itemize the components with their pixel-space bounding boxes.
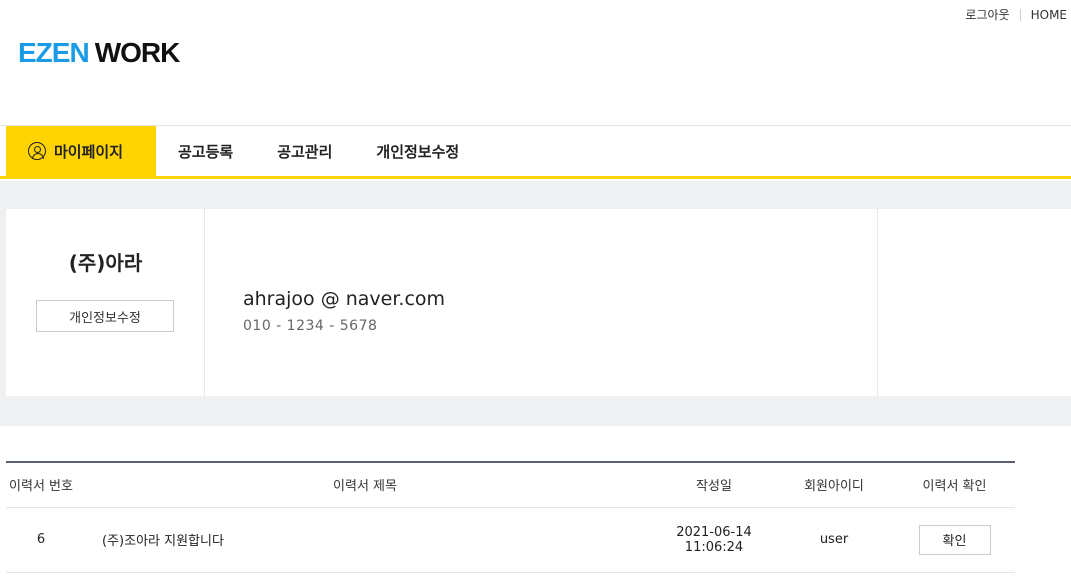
header-check: 이력서 확인 — [894, 462, 1015, 508]
logo[interactable]: EZEN WORK — [18, 37, 181, 68]
phone-text: 010 - 1234 - 5678 — [243, 318, 378, 334]
utility-divider — [1019, 8, 1021, 21]
company-name: (주)아라 — [68, 251, 143, 275]
resume-table: 이력서 번호 이력서 제목 작성일 회원아이디 이력서 확인 6 (주)조아라 … — [6, 461, 1015, 573]
table-header-row: 이력서 번호 이력서 제목 작성일 회원아이디 이력서 확인 — [6, 462, 1015, 508]
header-date: 작성일 — [654, 462, 774, 508]
cell-number: 6 — [6, 507, 76, 573]
email-text: ahrajoo @ naver.com — [243, 288, 446, 310]
nav-mypage[interactable]: 마이페이지 — [6, 126, 156, 176]
edit-profile-button[interactable]: 개인정보수정 — [36, 300, 174, 332]
nav-manage-jobs-label: 공고관리 — [277, 142, 333, 161]
profile-summary: (주)아라 개인정보수정 — [6, 209, 205, 396]
nav-manage-jobs[interactable]: 공고관리 — [255, 126, 354, 176]
home-link[interactable]: HOME — [1031, 8, 1067, 22]
table-row: 6 (주)조아라 지원합니다 2021-06-14 11:06:24 user … — [6, 507, 1015, 573]
cell-action: 확인 — [894, 507, 1015, 573]
cell-member-id: user — [774, 507, 894, 573]
card-divider — [877, 209, 878, 396]
nav-edit-profile-label: 개인정보수정 — [376, 142, 460, 161]
utility-bar: 로그아웃 HOME — [965, 6, 1067, 23]
confirm-button[interactable]: 확인 — [918, 524, 991, 555]
nav-post-job[interactable]: 공고등록 — [156, 126, 255, 176]
profile-card: (주)아라 개인정보수정 ahrajoo @ naver.com 010 - 1… — [6, 209, 1071, 396]
nav-post-job-label: 공고등록 — [178, 142, 234, 161]
header-title: 이력서 제목 — [76, 462, 654, 508]
resume-table-wrap: 이력서 번호 이력서 제목 작성일 회원아이디 이력서 확인 6 (주)조아라 … — [6, 461, 1015, 573]
nav-mypage-label: 마이페이지 — [54, 142, 124, 161]
header-number: 이력서 번호 — [6, 462, 76, 508]
cell-date-time: 11:06:24 — [684, 539, 744, 555]
cell-date: 2021-06-14 11:06:24 — [654, 507, 774, 573]
logo-work: WORK — [94, 37, 181, 68]
logout-link[interactable]: 로그아웃 — [965, 6, 1009, 23]
user-icon — [28, 142, 46, 160]
main-nav: 마이페이지 공고등록 공고관리 개인정보수정 — [0, 125, 1071, 179]
cell-date-day: 2021-06-14 — [676, 524, 752, 540]
logo-ezen: EZEN — [18, 37, 90, 68]
nav-edit-profile[interactable]: 개인정보수정 — [354, 126, 481, 176]
cell-title[interactable]: (주)조아라 지원합니다 — [76, 507, 654, 573]
header-member-id: 회원아이디 — [774, 462, 894, 508]
